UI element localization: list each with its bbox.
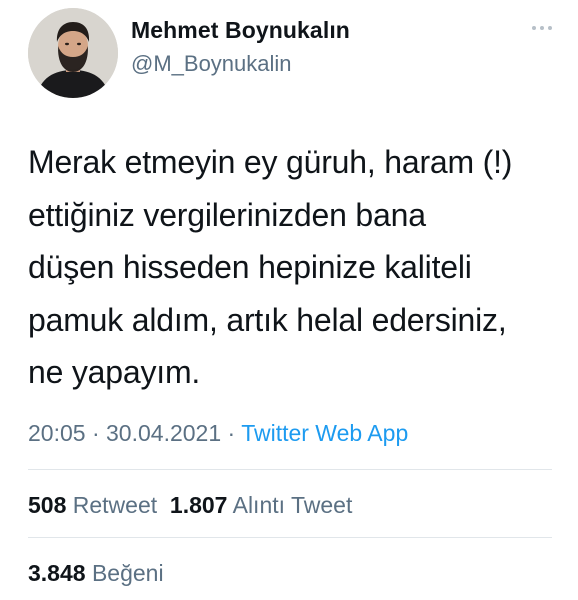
retweet-stats-row: 508 Retweet 1.807 Alıntı Tweet: [28, 492, 352, 519]
meta-separator: ·: [227, 420, 236, 446]
tweet-line: pamuk aldım, artık helal edersiniz,: [28, 301, 507, 338]
tweet-card: Mehmet Boynukalın @M_Boynukalin Merak et…: [0, 0, 578, 600]
tweet-line: düşen hisseden hepinize kaliteli: [28, 249, 472, 285]
divider: [28, 469, 552, 470]
quote-stat[interactable]: 1.807 Alıntı Tweet: [170, 492, 352, 518]
author-name[interactable]: Mehmet Boynukalın: [131, 17, 350, 44]
tweet-meta: 20:05 · 30.04.2021 · Twitter Web App: [28, 420, 408, 447]
tweet-line: ettiğiniz vergilerinizden bana: [28, 196, 426, 233]
avatar-photo: [28, 8, 118, 98]
retweet-label: Retweet: [72, 492, 158, 518]
retweet-count: 508: [28, 492, 67, 518]
tweet-line: ne yapayım.: [28, 354, 201, 390]
more-horizontal-icon[interactable]: [532, 26, 552, 30]
tweet-text: Merak etmeyin ey güruh, haram (!) ettiği…: [28, 136, 558, 399]
avatar[interactable]: [28, 8, 118, 98]
divider: [28, 537, 552, 538]
tweet-source-link[interactable]: Twitter Web App: [241, 420, 408, 446]
author-handle[interactable]: @M_Boynukalin: [131, 51, 292, 77]
like-stats-row: 3.848 Beğeni: [28, 560, 164, 587]
tweet-time[interactable]: 20:05: [28, 420, 86, 446]
tweet-line: Merak etmeyin ey güruh, haram (!): [28, 144, 513, 180]
meta-separator: ·: [91, 420, 100, 446]
dot: [532, 26, 536, 30]
like-label: Beğeni: [91, 560, 164, 586]
like-stat[interactable]: 3.848 Beğeni: [28, 560, 164, 586]
quote-label: Alıntı Tweet: [232, 492, 353, 518]
retweet-stat[interactable]: 508 Retweet: [28, 492, 157, 518]
quote-count: 1.807: [169, 492, 228, 518]
dot: [540, 26, 544, 30]
like-count: 3.848: [28, 560, 86, 586]
dot: [548, 26, 552, 30]
tweet-date[interactable]: 30.04.2021: [106, 420, 221, 446]
